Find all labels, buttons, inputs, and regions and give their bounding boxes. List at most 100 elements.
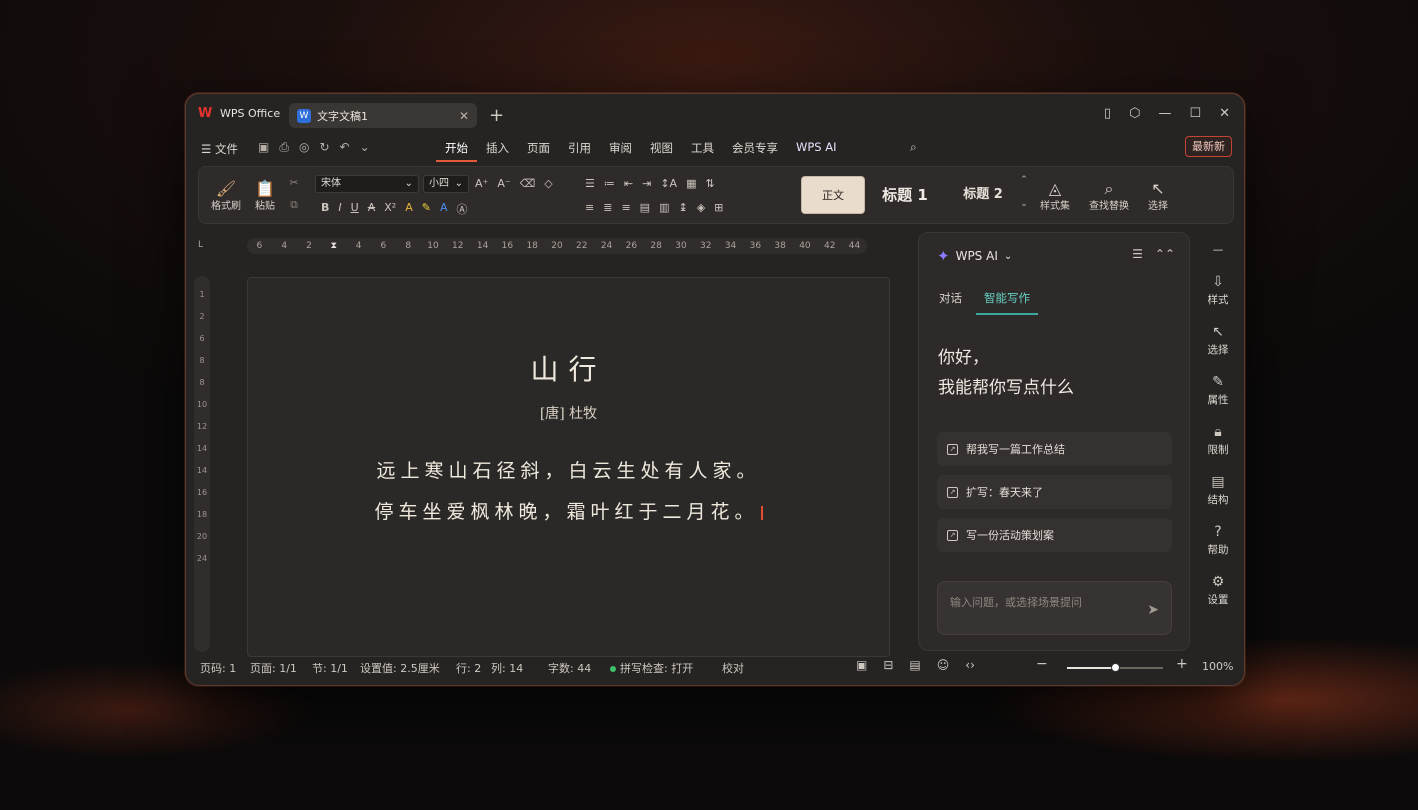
- update-button[interactable]: 最新新: [1185, 136, 1232, 157]
- document-tab[interactable]: W 文字文稿1 ✕: [289, 103, 477, 128]
- close-window-button[interactable]: ✕: [1219, 106, 1230, 121]
- increase-indent-icon[interactable]: ⇥: [642, 177, 651, 190]
- zoom-slider[interactable]: [1067, 663, 1163, 672]
- select-button[interactable]: ↖ 选择: [1141, 179, 1175, 212]
- numbering-icon[interactable]: ≔: [604, 177, 615, 190]
- italic-icon[interactable]: I: [338, 201, 341, 217]
- style-heading-1[interactable]: 标题 1: [869, 176, 941, 214]
- font-color-icon[interactable]: A: [405, 201, 413, 217]
- style-heading-2[interactable]: 标题 2: [947, 176, 1019, 214]
- status-setting[interactable]: 设置值: 2.5厘米: [360, 660, 440, 676]
- format-painter-button[interactable]: 🖌 格式刷: [209, 179, 243, 212]
- sidebar-item-restrict[interactable]: 🔒︎ 限制: [1200, 424, 1236, 457]
- paste-button[interactable]: 📋 粘贴: [247, 179, 283, 212]
- font-size-select[interactable]: 小四 ⌄: [423, 175, 469, 193]
- ai-panel-header[interactable]: ✦ WPS AI ⌄: [937, 247, 1012, 265]
- strikethrough-icon[interactable]: A: [368, 201, 376, 217]
- tab-member[interactable]: 会员专享: [723, 140, 787, 162]
- read-view-icon[interactable]: ▤: [909, 658, 920, 672]
- sidebar-item-properties[interactable]: ✎ 属性: [1200, 374, 1236, 407]
- tab-review[interactable]: 审阅: [600, 140, 641, 162]
- sort-icon[interactable]: ⇅: [705, 177, 714, 190]
- sidebar-item-structure[interactable]: ▤ 结构: [1200, 474, 1236, 507]
- tab-page[interactable]: 页面: [518, 140, 559, 162]
- indent-marker-icon[interactable]: ⧗: [321, 241, 346, 251]
- ai-question-input[interactable]: 输入问题，或选择场景提问 ➤: [937, 581, 1172, 635]
- sidebar-item-help[interactable]: ? 帮助: [1200, 524, 1236, 557]
- status-words[interactable]: 字数: 44: [548, 660, 591, 676]
- zoom-in-button[interactable]: +: [1176, 656, 1188, 672]
- distribute-icon[interactable]: ▥: [659, 201, 669, 214]
- copy-icon[interactable]: ⧉: [287, 199, 301, 212]
- align-center-icon[interactable]: ≣: [603, 201, 612, 214]
- web-view-icon[interactable]: ⊟: [883, 658, 893, 672]
- cut-icon[interactable]: ✂: [287, 177, 301, 189]
- minimize-button[interactable]: —: [1158, 106, 1171, 121]
- sidebar-collapse-icon[interactable]: —: [1200, 244, 1236, 256]
- suggestion-event-plan[interactable]: ↗ 写一份活动策划案: [937, 518, 1172, 552]
- table-icon[interactable]: ▦: [686, 177, 696, 190]
- bold-icon[interactable]: B: [321, 201, 329, 217]
- style-set-button[interactable]: ◬ 样式集: [1035, 179, 1075, 212]
- zoom-out-button[interactable]: −: [1036, 656, 1048, 672]
- document-page[interactable]: 山行 [唐] 杜牧 远上寒山石径斜，白云生处有人家。 停车坐爱枫林晚，霜叶红于二…: [247, 277, 890, 657]
- superscript-icon[interactable]: X²: [384, 201, 396, 217]
- undo-icon[interactable]: ↶: [340, 140, 350, 155]
- line-spacing-icon[interactable]: ↨: [678, 201, 687, 214]
- brand[interactable]: W WPS Office: [198, 107, 280, 121]
- sidebar-item-select[interactable]: ↖ 选择: [1200, 324, 1236, 357]
- sidebar-item-settings[interactable]: ⚙ 设置: [1200, 574, 1236, 607]
- clear-format-icon[interactable]: ⌫: [520, 177, 536, 190]
- style-normal[interactable]: 正文: [801, 176, 865, 214]
- tab-chat[interactable]: 对话: [939, 290, 962, 315]
- ruler-corner-icon[interactable]: L: [198, 240, 203, 250]
- underline-icon[interactable]: U: [351, 201, 359, 217]
- tab-home[interactable]: 开始: [436, 140, 477, 162]
- settings-hex-icon[interactable]: ⬡: [1129, 106, 1140, 121]
- search-icon[interactable]: ⌕: [910, 140, 917, 155]
- more-chevron-icon[interactable]: ⌄: [360, 140, 370, 155]
- tab-insert[interactable]: 插入: [477, 140, 518, 162]
- vertical-ruler[interactable]: 1 2 6 8 8 10 12 14 14 16 18 20 24: [194, 276, 210, 652]
- status-spellcheck[interactable]: 拼写检查: 打开: [610, 660, 693, 676]
- tab-wps-ai[interactable]: WPS AI: [787, 140, 846, 162]
- tab-smart-writing[interactable]: 智能写作: [976, 290, 1038, 315]
- text-color-icon[interactable]: A: [440, 201, 448, 217]
- new-tab-button[interactable]: +: [489, 105, 504, 126]
- redo-icon[interactable]: ↻: [319, 140, 329, 155]
- preview-icon[interactable]: ◎: [299, 140, 309, 155]
- style-scroll-up-icon[interactable]: ⌃: [1019, 175, 1029, 185]
- style-scroll-down-icon[interactable]: ⌄: [1019, 199, 1029, 209]
- shading-icon[interactable]: ◈: [697, 201, 705, 214]
- align-left-icon[interactable]: ≡: [585, 201, 594, 214]
- status-proofread[interactable]: 校对: [722, 660, 744, 676]
- text-direction-icon[interactable]: ↕A: [660, 177, 677, 190]
- zoom-slider-knob[interactable]: [1111, 663, 1120, 672]
- justify-icon[interactable]: ▤: [640, 201, 650, 214]
- close-tab-icon[interactable]: ✕: [459, 109, 469, 123]
- page-view-icon[interactable]: ▣: [856, 658, 867, 672]
- shrink-font-icon[interactable]: A⁻: [497, 177, 510, 190]
- sidebar-item-style[interactable]: ⇩ 样式: [1200, 274, 1236, 307]
- decrease-indent-icon[interactable]: ⇤: [624, 177, 633, 190]
- font-family-select[interactable]: 宋体 ⌄: [315, 175, 419, 193]
- find-replace-button[interactable]: ⌕ 查找替换: [1083, 179, 1135, 212]
- print-icon[interactable]: ⎙: [279, 140, 289, 155]
- send-icon[interactable]: ➤: [1147, 602, 1159, 618]
- tab-view[interactable]: 视图: [641, 140, 682, 162]
- collapse-icon[interactable]: ⌃⌃: [1155, 247, 1175, 261]
- tab-references[interactable]: 引用: [559, 140, 600, 162]
- highlight-icon[interactable]: ✎: [422, 201, 431, 217]
- history-icon[interactable]: ☰: [1132, 247, 1143, 261]
- save-icon[interactable]: ▣: [258, 140, 269, 155]
- align-right-icon[interactable]: ≡: [621, 201, 630, 214]
- eye-protect-icon[interactable]: ☺: [937, 658, 950, 672]
- zoom-level[interactable]: 100%: [1202, 660, 1233, 673]
- file-menu[interactable]: ☰ 文件: [201, 141, 238, 157]
- horizontal-ruler[interactable]: 6 4 2 ⧗ 4 6 8 10 12 14 16 18 20 22 24 26 28 30 32 34 36 38 40 4…: [247, 238, 867, 254]
- tab-tools[interactable]: 工具: [682, 140, 723, 162]
- suggestion-expand-spring[interactable]: ↗ 扩写：春天来了: [937, 475, 1172, 509]
- maximize-button[interactable]: ☐: [1189, 106, 1201, 121]
- borders-icon[interactable]: ⊞: [714, 201, 723, 214]
- suggestion-work-summary[interactable]: ↗ 帮我写一篇工作总结: [937, 432, 1172, 466]
